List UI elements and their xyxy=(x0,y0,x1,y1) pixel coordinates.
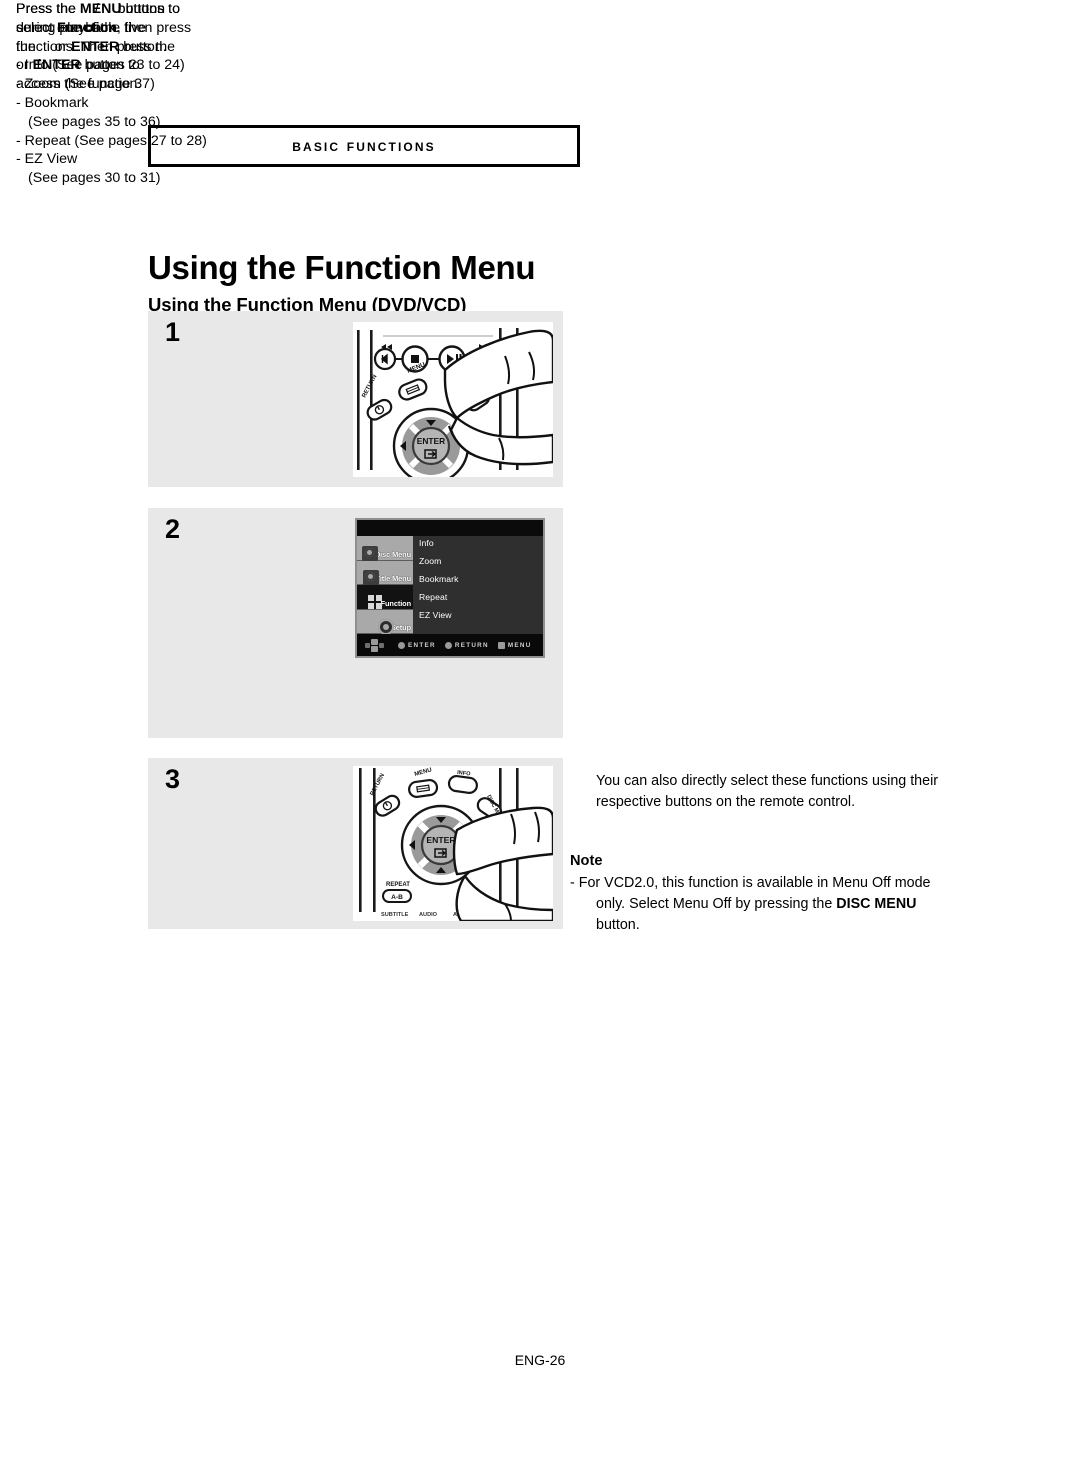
step-bullet-continuation: (See pages 35 to 36) xyxy=(28,113,161,130)
step-bullet: - EZ View xyxy=(16,151,78,168)
note-block: Note - For VCD2.0, this function is avai… xyxy=(570,851,950,936)
osd-sidebar-item-title-menu[interactable]: Title Menu xyxy=(357,560,413,586)
osd-hint-return: RETURN xyxy=(444,641,489,649)
note-heading: Note xyxy=(570,853,603,869)
osd-sidebar-item-function[interactable]: Function xyxy=(357,585,413,610)
svg-text:ENTER: ENTER xyxy=(426,835,456,845)
osd-menu-item[interactable]: Zoom xyxy=(419,557,539,566)
osd-hint-label: RETURN xyxy=(454,641,489,649)
menu-button-icon xyxy=(497,641,505,649)
osd-footer-hints: ENTER RETURN MENU xyxy=(357,634,543,656)
step-number-3: 3 xyxy=(165,764,181,794)
side-note-text: You can also directly select these funct… xyxy=(596,773,939,811)
step-number-1: 1 xyxy=(165,317,181,347)
page-title: Using the Function Menu xyxy=(148,249,536,287)
osd-sidebar: Disc Menu Title Menu Function Setup xyxy=(357,536,413,635)
osd-hint-label: MENU xyxy=(507,641,532,649)
step-line: Press the / buttons to xyxy=(16,1,180,17)
osd-menu-item[interactable]: EZ View xyxy=(419,611,539,620)
osd-menu-item[interactable]: Bookmark xyxy=(419,575,539,584)
osd-function-menu: Disc Menu Title Menu Function Setup Info… xyxy=(355,518,545,658)
note-dash: - xyxy=(570,875,579,891)
function-icon xyxy=(367,594,384,611)
remote-art-1-svg: MENU RETURN DISC MENU ENTER xyxy=(357,328,553,477)
osd-sidebar-label-2: Function xyxy=(380,598,412,608)
step-bullet-continuation: (See pages 30 to 31) xyxy=(28,170,161,187)
step-text-3: Press the / buttons to select one of the … xyxy=(16,0,221,94)
svg-text:SUBTITLE: SUBTITLE xyxy=(381,912,409,918)
step-line: functions. Then press the xyxy=(16,38,176,55)
svg-text:RETURN: RETURN xyxy=(361,374,378,399)
osd-sidebar-item-disc-menu[interactable]: Disc Menu xyxy=(357,536,413,562)
step-line: access the function. xyxy=(16,76,142,93)
svg-text:ENTER: ENTER xyxy=(417,436,445,446)
step-line: or ENTER button to xyxy=(16,57,140,74)
osd-sidebar-label-3: Setup xyxy=(390,623,411,632)
osd-title-bar xyxy=(357,520,543,536)
svg-text:REPEAT: REPEAT xyxy=(386,882,410,888)
osd-menu-item[interactable]: Repeat xyxy=(419,593,539,602)
svg-text:MENU: MENU xyxy=(414,767,433,778)
remote-illustration-step3: MENU INFO RETURN DISC MENU ENTER A-B REP… xyxy=(353,766,553,921)
svg-text:A-B: A-B xyxy=(391,894,403,901)
button-icon xyxy=(444,641,452,649)
osd-sidebar-label-1: Title Menu xyxy=(375,574,412,583)
svg-text:AUDIO: AUDIO xyxy=(419,912,438,918)
step-line: select one of the five xyxy=(16,19,147,36)
step-number-2: 2 xyxy=(165,514,181,544)
note-body: - For VCD2.0, this function is available… xyxy=(570,875,931,933)
chapter-header-label: Basic Functions xyxy=(292,136,436,155)
setup-gear-icon xyxy=(377,619,394,635)
osd-hint-enter: ENTER xyxy=(398,641,436,649)
remote-illustration-step1: MENU RETURN DISC MENU ENTER xyxy=(353,322,553,477)
disc-menu-icon xyxy=(361,545,378,562)
step-bullet: - Bookmark xyxy=(16,94,89,111)
osd-hint-menu: MENU xyxy=(497,641,532,649)
step-bullet: - Repeat (See pages 27 to 28) xyxy=(16,132,207,149)
page-footer: ENG-26 xyxy=(514,1352,566,1368)
osd-sidebar-label-0: Disc Menu xyxy=(374,549,411,559)
remote-art-3-svg: MENU INFO RETURN DISC MENU ENTER A-B REP… xyxy=(359,767,553,921)
osd-navpad-icon xyxy=(365,638,384,652)
osd-sidebar-item-setup[interactable]: Setup xyxy=(357,609,413,635)
svg-text:RETURN: RETURN xyxy=(369,773,386,797)
osd-function-list: Info Zoom Bookmark Repeat EZ View xyxy=(419,539,539,629)
title-menu-icon xyxy=(362,570,379,586)
osd-hint-label: ENTER xyxy=(408,641,436,649)
osd-menu-item[interactable]: Info xyxy=(419,539,539,548)
button-icon xyxy=(398,641,405,649)
